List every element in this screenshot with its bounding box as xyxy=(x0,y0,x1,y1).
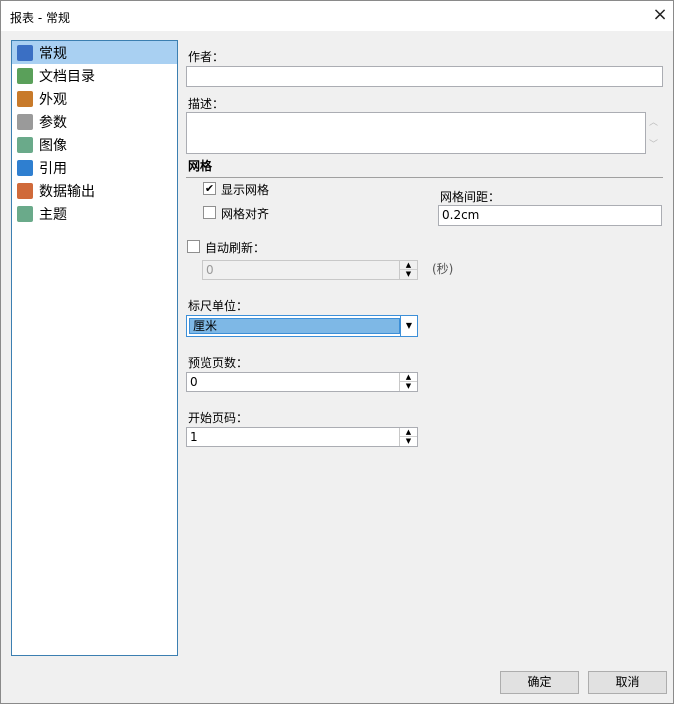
preview-pages-label: 预览页数： xyxy=(188,356,249,370)
description-textarea[interactable] xyxy=(186,112,646,154)
spin-up-icon[interactable]: ▲ xyxy=(400,261,417,270)
close-icon[interactable]: × xyxy=(649,4,671,26)
author-input[interactable] xyxy=(186,66,663,87)
sidebar-item-6[interactable]: 数据输出 xyxy=(12,179,177,202)
scroll-down-icon[interactable]: ﹀ xyxy=(649,137,658,150)
author-label: 作者： xyxy=(188,50,225,64)
auto-refresh-value: 0 xyxy=(206,263,214,277)
reference-icon xyxy=(17,159,33,176)
grid-section-title: 网格 xyxy=(188,159,213,173)
sidebar-item-label: 文档目录 xyxy=(39,68,95,85)
start-page-spinner[interactable]: 1 ▲ ▼ xyxy=(186,427,418,447)
cancel-button[interactable]: 取消 xyxy=(588,671,667,694)
sidebar-item-0[interactable]: 常规 xyxy=(12,41,177,64)
auto-refresh-label: 自动刷新： xyxy=(205,241,266,255)
scroll-up-icon[interactable]: ︿ xyxy=(649,115,658,128)
sidebar-item-label: 图像 xyxy=(39,137,67,154)
chevron-down-icon[interactable]: ▼ xyxy=(400,316,417,336)
description-label: 描述： xyxy=(188,97,225,111)
seconds-label: (秒) xyxy=(432,262,454,276)
parameter-icon xyxy=(17,113,33,130)
sidebar-item-label: 主题 xyxy=(39,206,67,223)
show-grid-label: 显示网格 xyxy=(221,183,270,197)
ruler-unit-value: 厘米 xyxy=(189,318,400,334)
spin-down-icon[interactable]: ▼ xyxy=(400,382,417,391)
window-title: 报表 - 常规 xyxy=(10,11,70,25)
spin-down-icon[interactable]: ▼ xyxy=(400,437,417,446)
show-grid-checkbox[interactable]: ✔ xyxy=(203,182,216,195)
sidebar-item-2[interactable]: 外观 xyxy=(12,87,177,110)
sidebar-item-5[interactable]: 引用 xyxy=(12,156,177,179)
ruler-unit-select[interactable]: 厘米 ▼ xyxy=(186,315,418,337)
section-divider xyxy=(186,177,663,178)
auto-refresh-checkbox[interactable] xyxy=(187,240,200,253)
grid-spacing-label: 网格间距： xyxy=(440,190,501,204)
snap-grid-label: 网格对齐 xyxy=(221,207,270,221)
start-page-value: 1 xyxy=(190,430,198,444)
report-icon xyxy=(17,44,33,61)
ok-button[interactable]: 确定 xyxy=(500,671,579,694)
auto-refresh-spinner[interactable]: 0 ▲ ▼ xyxy=(202,260,418,280)
sidebar-item-3[interactable]: 参数 xyxy=(12,110,177,133)
preview-pages-value: 0 xyxy=(190,375,198,389)
image-icon xyxy=(17,136,33,153)
picture-icon xyxy=(17,67,33,84)
start-page-label: 开始页码： xyxy=(188,411,249,425)
sidebar-list: 常规文档目录外观参数图像引用数据输出主题 xyxy=(11,40,178,656)
palette-icon xyxy=(17,90,33,107)
data-export-icon xyxy=(17,182,33,199)
spin-down-icon[interactable]: ▼ xyxy=(400,270,417,279)
sidebar-item-label: 引用 xyxy=(39,160,67,177)
sidebar-item-label: 常规 xyxy=(39,45,67,62)
snap-grid-checkbox[interactable] xyxy=(203,206,216,219)
ruler-unit-label: 标尺单位： xyxy=(188,299,249,313)
sidebar-item-4[interactable]: 图像 xyxy=(12,133,177,156)
theme-icon xyxy=(17,205,33,222)
preview-pages-spinner[interactable]: 0 ▲ ▼ xyxy=(186,372,418,392)
grid-spacing-input[interactable]: 0.2cm xyxy=(438,205,662,226)
spin-up-icon[interactable]: ▲ xyxy=(400,373,417,382)
sidebar-item-label: 参数 xyxy=(39,114,67,131)
sidebar-item-label: 外观 xyxy=(39,91,67,108)
title-bar xyxy=(1,1,673,31)
sidebar-item-label: 数据输出 xyxy=(39,183,95,200)
spin-up-icon[interactable]: ▲ xyxy=(400,428,417,437)
sidebar-item-1[interactable]: 文档目录 xyxy=(12,64,177,87)
sidebar-item-7[interactable]: 主题 xyxy=(12,202,177,225)
